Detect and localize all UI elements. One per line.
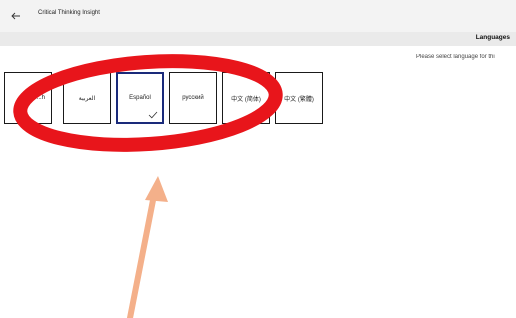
language-label: Español — [129, 95, 151, 101]
language-tile-arabic[interactable]: العربية — [63, 72, 111, 124]
checkmark-icon — [148, 111, 158, 119]
language-tile-english[interactable]: ...h — [4, 72, 52, 124]
language-list: ...h العربية Español русский 中文 (简体) 中文 … — [0, 0, 516, 318]
language-label: русский — [182, 95, 204, 101]
language-tile-spanish[interactable]: Español — [116, 72, 164, 124]
language-label: 中文 (简体) — [231, 96, 261, 103]
language-label: 中文 (繁體) — [284, 96, 314, 103]
language-tile-chinese-traditional[interactable]: 中文 (繁體) — [275, 72, 323, 124]
language-label: ...h — [36, 95, 45, 101]
language-tile-chinese-simplified[interactable]: 中文 (简体) — [222, 72, 270, 124]
language-label: العربية — [78, 95, 96, 102]
language-tile-russian[interactable]: русский — [169, 72, 217, 124]
app-window: Critical Thinking Insight Languages Plea… — [0, 0, 516, 318]
